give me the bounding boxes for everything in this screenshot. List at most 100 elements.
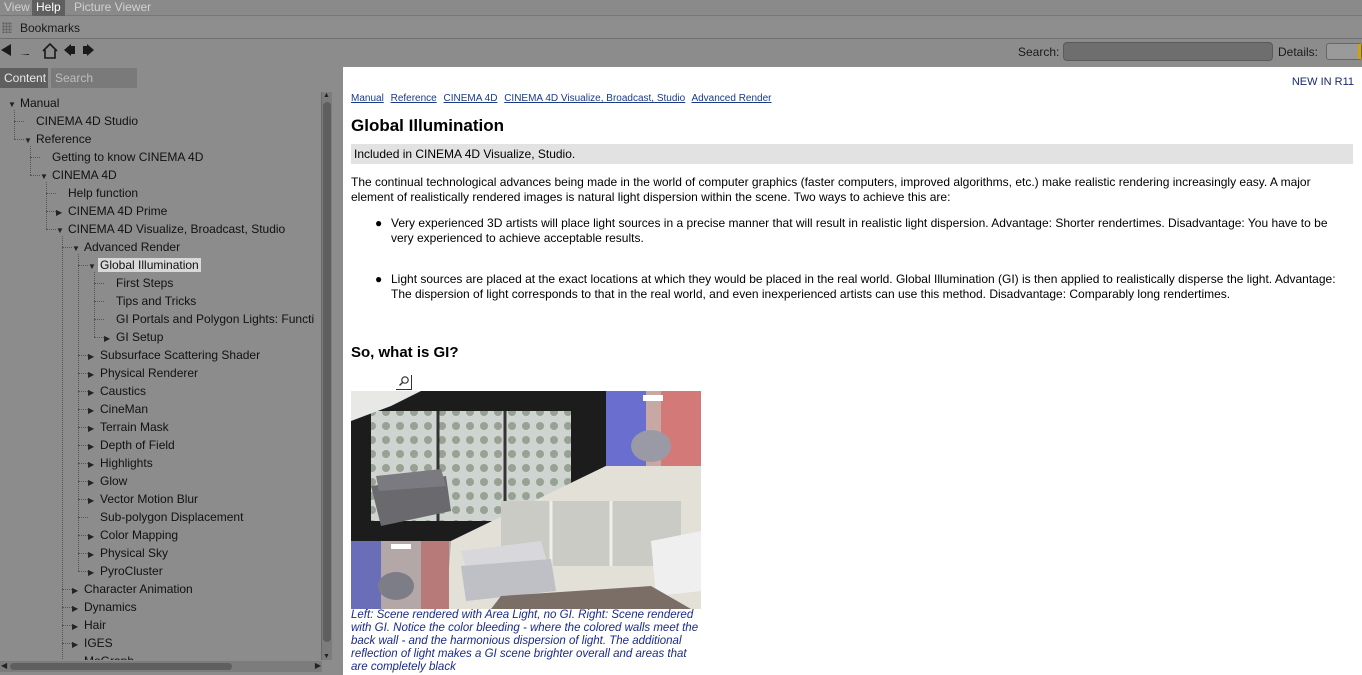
- tree-connector: [94, 283, 104, 284]
- next-page-icon[interactable]: [82, 43, 94, 62]
- section-heading: So, what is GI?: [351, 344, 459, 361]
- collapsed-triangle-icon[interactable]: ▶: [72, 654, 82, 660]
- tree-connector: [78, 481, 88, 482]
- tree-item[interactable]: ▶ Physical Sky: [88, 544, 170, 562]
- tree-item[interactable]: ▼ Manual: [8, 94, 61, 112]
- expanded-triangle-icon[interactable]: ▼: [88, 258, 98, 276]
- tree-connector: [78, 553, 88, 554]
- gi-comparison-image: [351, 391, 701, 609]
- tree-connector: [78, 571, 88, 572]
- tree-item[interactable]: ▼ Advanced Render: [72, 238, 182, 256]
- grip-icon[interactable]: [2, 22, 12, 33]
- tree-item-label: CINEMA 4D Studio: [36, 114, 139, 128]
- tree-item[interactable]: ▶ Caustics: [88, 382, 148, 400]
- tree-vertical-scrollbar[interactable]: ▲ ▼: [321, 92, 332, 660]
- breadcrumb-link[interactable]: Advanced Render: [691, 93, 771, 104]
- tree-item-label: Terrain Mask: [100, 420, 169, 434]
- details-accent: [1358, 44, 1361, 59]
- tree-item[interactable]: ▶ Terrain Mask: [88, 418, 171, 436]
- tab-content[interactable]: Content: [0, 68, 48, 88]
- expanded-triangle-icon[interactable]: ▼: [56, 222, 66, 240]
- expanded-triangle-icon[interactable]: ▼: [8, 96, 18, 114]
- tree-item[interactable]: ▼ CINEMA 4D: [40, 166, 119, 184]
- page-title: Global Illumination: [351, 116, 504, 135]
- tree-item[interactable]: ▶ Color Mapping: [88, 526, 180, 544]
- menu-bar: View Help Picture Viewer: [0, 0, 1362, 16]
- tree-item[interactable]: ▼ Reference: [24, 130, 93, 148]
- tree-connector: [62, 643, 72, 644]
- magnify-icon[interactable]: [396, 375, 412, 390]
- tab-search-results[interactable]: Search Results: [51, 68, 137, 105]
- details-slider[interactable]: [1326, 43, 1362, 60]
- tree-horizontal-scrollbar[interactable]: ◀ ▶: [0, 661, 322, 672]
- tree-item[interactable]: ▶ IGES: [72, 634, 115, 652]
- expanded-triangle-icon[interactable]: ▼: [40, 168, 50, 186]
- bookmarks-label[interactable]: Bookmarks: [20, 21, 80, 35]
- scroll-thumb[interactable]: [323, 102, 331, 642]
- search-input[interactable]: [1063, 42, 1273, 61]
- sidebar-tabs: Content Search Results: [0, 68, 342, 105]
- breadcrumb-link[interactable]: CINEMA 4D: [444, 93, 498, 104]
- tree-item[interactable]: ▶ Depth of Field: [88, 436, 177, 454]
- forward-icon[interactable]: [20, 43, 30, 62]
- expanded-triangle-icon[interactable]: ▼: [72, 240, 82, 258]
- tree-item-label: Color Mapping: [100, 528, 179, 542]
- tree-item-label: CINEMA 4D Visualize, Broadcast, Studio: [68, 222, 286, 236]
- tree-connector: [62, 589, 72, 590]
- tree-item[interactable]: ▼ Global Illumination: [88, 256, 201, 274]
- tree-item[interactable]: ▶ PyroCluster: [88, 562, 165, 580]
- tree-connector: [78, 391, 88, 392]
- tree-connector: [46, 229, 56, 230]
- tree-item[interactable]: Sub-polygon Displacement: [88, 508, 245, 526]
- tree-item[interactable]: ▶ Highlights: [88, 454, 155, 472]
- tree-item[interactable]: ▶ Character Animation: [72, 580, 195, 598]
- scroll-down-icon[interactable]: ▼: [323, 653, 330, 660]
- tree-item-label: Dynamics: [84, 600, 137, 614]
- bullet-icon: ●: [375, 216, 383, 230]
- tree-connector: [78, 409, 88, 410]
- breadcrumb-link[interactable]: Manual: [351, 93, 384, 104]
- tree-item[interactable]: Tips and Tricks: [104, 292, 198, 310]
- tree-item-label: Tips and Tricks: [116, 294, 197, 308]
- expanded-triangle-icon[interactable]: ▼: [24, 132, 34, 150]
- menu-view[interactable]: View: [0, 0, 34, 16]
- tree-connector: [46, 193, 56, 194]
- tree-item[interactable]: ▶ CineMan: [88, 400, 150, 418]
- tree-item[interactable]: Help function: [56, 184, 140, 202]
- tree-item[interactable]: ▶ Vector Motion Blur: [88, 490, 200, 508]
- scroll-right-icon[interactable]: ▶: [315, 661, 321, 670]
- tree-item[interactable]: ▶ Dynamics: [72, 598, 139, 616]
- tree-item[interactable]: ▶ GI Setup: [104, 328, 165, 346]
- tree-item[interactable]: ▶ CINEMA 4D Prime: [56, 202, 169, 220]
- back-icon[interactable]: [0, 43, 12, 62]
- tree-connector: [78, 499, 88, 500]
- bookmarks-bar: Bookmarks: [0, 17, 1362, 39]
- breadcrumb-link[interactable]: Reference: [391, 93, 437, 104]
- menu-help[interactable]: Help: [32, 0, 65, 16]
- scroll-up-icon[interactable]: ▲: [323, 92, 330, 99]
- tree-connector: [30, 175, 40, 176]
- tree-item[interactable]: ▶ Glow: [88, 472, 129, 490]
- tree-item[interactable]: First Steps: [104, 274, 175, 292]
- tree-connector: [30, 146, 31, 175]
- tree-connector: [62, 247, 72, 248]
- breadcrumb-link[interactable]: CINEMA 4D Visualize, Broadcast, Studio: [504, 93, 685, 104]
- tree-item[interactable]: ▶ Subsurface Scattering Shader: [88, 346, 262, 364]
- tree-item[interactable]: ▶MoGraph: [72, 652, 136, 660]
- previous-page-icon[interactable]: [64, 43, 76, 62]
- scroll-left-icon[interactable]: ◀: [1, 661, 7, 670]
- tree-item-label: Physical Sky: [100, 546, 169, 560]
- tree-item[interactable]: CINEMA 4D Studio: [24, 112, 140, 130]
- tree-item[interactable]: ▶ Hair: [72, 616, 108, 634]
- tree-item[interactable]: GI Portals and Polygon Lights: Functi: [104, 310, 316, 328]
- tree-item-label: Getting to know CINEMA 4D: [52, 150, 204, 164]
- menu-picture-viewer[interactable]: Picture Viewer: [70, 0, 155, 16]
- hscroll-thumb[interactable]: [10, 663, 232, 670]
- home-icon[interactable]: [42, 42, 58, 64]
- tree-item[interactable]: ▼ CINEMA 4D Visualize, Broadcast, Studio: [56, 220, 287, 238]
- tree-item[interactable]: Getting to know CINEMA 4D: [40, 148, 205, 166]
- toolbar: Search: Details:: [0, 40, 1362, 66]
- tree-item[interactable]: ▶ Physical Renderer: [88, 364, 200, 382]
- tree-connector: [78, 254, 79, 571]
- tree-connector: [78, 535, 88, 536]
